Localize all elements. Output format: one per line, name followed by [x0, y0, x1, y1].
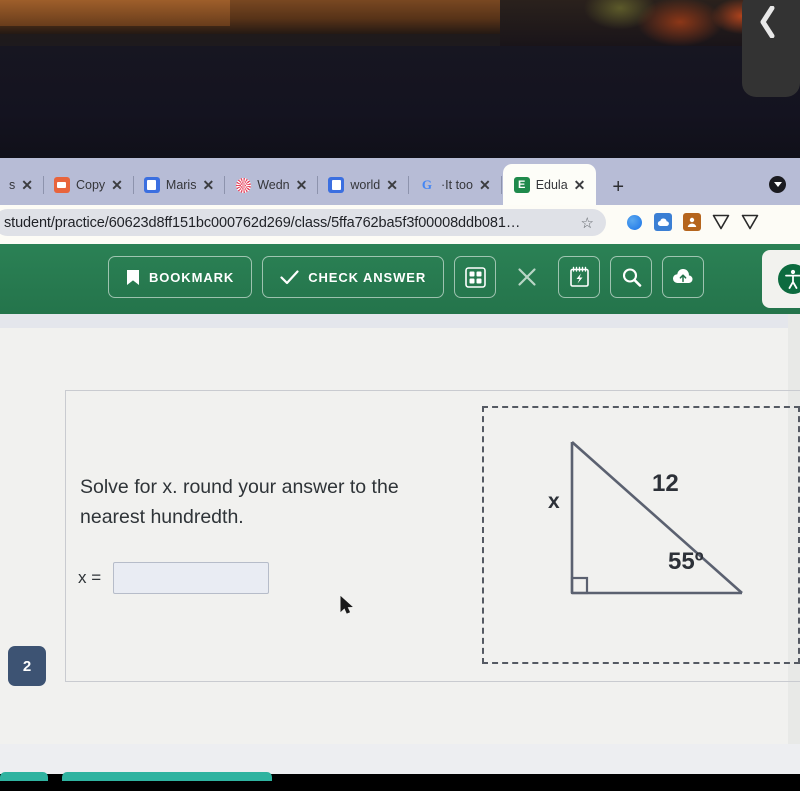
- extension-icon-bar: [625, 213, 759, 231]
- page-bottom-area: [0, 744, 800, 774]
- new-tab-button[interactable]: +: [596, 176, 640, 205]
- photo-dark-band: [0, 46, 800, 158]
- browser-tab[interactable]: world ✕: [319, 165, 407, 205]
- tab-close-icon[interactable]: ✕: [574, 178, 586, 192]
- tab-title: ·It too: [440, 178, 473, 192]
- url-text: student/practice/60623d8ff151bc000762d26…: [4, 214, 521, 231]
- chevron-down-circle-icon[interactable]: [769, 176, 786, 193]
- tab-title: Edula: [535, 177, 568, 192]
- browser-tab-strip: s ✕ Copy ✕ Maris ✕ Wedn ✕ world ✕ G ·It …: [0, 158, 800, 205]
- tab-title: s: [9, 178, 16, 192]
- tab-title: Maris: [165, 178, 197, 192]
- notepad-icon: [569, 266, 589, 287]
- browser-tab-active[interactable]: E Edula ✕: [502, 164, 597, 205]
- blue-circle-extension-icon[interactable]: [625, 213, 643, 231]
- profile-extension-icon[interactable]: [683, 213, 701, 231]
- question-prompt: Solve for x. round your answer to the ne…: [80, 476, 399, 528]
- grid-calculator-button[interactable]: [454, 256, 497, 298]
- shield-extension-icon-2[interactable]: [741, 213, 759, 231]
- label-angle: 55º: [668, 548, 704, 575]
- back-button-panel[interactable]: [742, 0, 800, 97]
- check-answer-button[interactable]: CHECK ANSWER: [262, 256, 445, 298]
- page-top-strip: [0, 314, 800, 328]
- tab-separator: [42, 176, 44, 194]
- tab-close-icon[interactable]: ✕: [202, 178, 214, 192]
- tab-close-icon[interactable]: ✕: [111, 178, 123, 192]
- tab-separator: [317, 176, 319, 194]
- figure-container: x 12 55º: [482, 406, 800, 664]
- shield-extension-icon[interactable]: [712, 213, 730, 231]
- notepad-button[interactable]: [558, 256, 601, 298]
- tab-separator: [407, 176, 409, 194]
- orange-square-favicon: [53, 177, 70, 193]
- browser-tab[interactable]: Wedn ✕: [226, 165, 316, 205]
- browser-tab[interactable]: Copy ✕: [45, 165, 132, 205]
- omnibar-row: student/practice/60623d8ff151bc000762d26…: [0, 205, 800, 240]
- browser-tab[interactable]: Maris ✕: [135, 165, 223, 205]
- bookmark-icon: [127, 269, 139, 285]
- pinwheel-favicon: [235, 177, 251, 193]
- tab-title: Wedn: [257, 178, 290, 192]
- tab-separator: [224, 176, 226, 194]
- triangle-hypotenuse: [571, 441, 743, 594]
- browser-tab[interactable]: G ·It too ✕: [410, 165, 500, 205]
- grid-calculator-icon: [464, 266, 486, 288]
- close-x-icon: [518, 268, 536, 286]
- browser-tab[interactable]: s ✕: [0, 165, 42, 205]
- tab-separator: [500, 176, 502, 194]
- checkmark-icon: [280, 269, 299, 284]
- google-docs-favicon: [328, 177, 345, 193]
- upload-button[interactable]: [662, 256, 705, 298]
- magnifier-button[interactable]: [610, 256, 653, 298]
- photo-glow-left-inner: [0, 0, 230, 26]
- accessibility-icon[interactable]: [778, 264, 800, 294]
- check-answer-label: CHECK ANSWER: [308, 269, 427, 285]
- accessibility-panel[interactable]: [762, 250, 800, 308]
- cloud-upload-icon: [673, 268, 693, 283]
- browser-chrome: s ✕ Copy ✕ Maris ✕ Wedn ✕ world ✕ G ·It …: [0, 158, 800, 250]
- device-bottom-bezel: [0, 781, 800, 791]
- tab-close-icon[interactable]: ✕: [296, 178, 308, 192]
- answer-label: x =: [78, 568, 102, 587]
- tab-title: Copy: [75, 178, 106, 192]
- label-x: x: [548, 490, 560, 513]
- google-docs-favicon: [143, 177, 160, 193]
- google-favicon: G: [421, 177, 433, 192]
- mouse-cursor: [340, 596, 353, 614]
- cloud-extension-icon[interactable]: [654, 213, 672, 231]
- screenshot-root: s ✕ Copy ✕ Maris ✕ Wedn ✕ world ✕ G ·It …: [0, 0, 800, 791]
- close-button[interactable]: [506, 256, 548, 298]
- right-triangle-diagram: [570, 441, 743, 595]
- tab-close-icon[interactable]: ✕: [386, 178, 398, 192]
- bookmark-label: BOOKMARK: [149, 269, 235, 285]
- question-number-badge[interactable]: 2: [8, 646, 46, 686]
- magnifier-icon: [622, 267, 641, 287]
- label-hypotenuse: 12: [652, 470, 679, 497]
- star-icon[interactable]: ☆: [581, 214, 594, 232]
- tab-close-icon[interactable]: ✕: [479, 178, 491, 192]
- device-photo-background: [0, 0, 800, 160]
- toolbar-button-group: BOOKMARK CHECK ANSWER: [108, 256, 705, 298]
- app-toolbar: BOOKMARK CHECK ANSWER: [0, 244, 800, 314]
- right-angle-square: [570, 576, 589, 595]
- answer-row: x =: [78, 562, 270, 594]
- bookmark-button[interactable]: BOOKMARK: [108, 256, 253, 298]
- tab-close-icon[interactable]: ✕: [21, 178, 33, 192]
- address-bar[interactable]: student/practice/60623d8ff151bc000762d26…: [0, 209, 606, 236]
- answer-input[interactable]: [113, 562, 270, 594]
- tab-title: world: [350, 178, 381, 192]
- edulastic-favicon: E: [513, 176, 530, 193]
- back-chevron-icon[interactable]: [758, 6, 776, 38]
- tab-separator: [132, 176, 134, 194]
